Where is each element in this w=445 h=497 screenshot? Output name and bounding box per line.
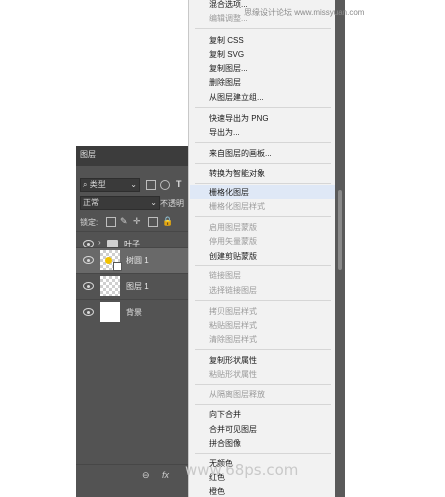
layers-tab-bar: 图层 (76, 146, 188, 166)
menu-separator (195, 384, 331, 385)
scrollbar-thumb[interactable] (338, 190, 342, 270)
menu-item-quick-export-png[interactable]: 快速导出为 PNG (209, 113, 269, 124)
layer-row-shape[interactable]: 树圆 1 (76, 247, 188, 273)
layer-name: 背景 (126, 308, 142, 317)
menu-item-export-as[interactable]: 导出为... (209, 127, 240, 138)
panel-divider (76, 464, 188, 465)
blend-row: 正常 ⌄ 不透明 (76, 196, 188, 212)
menu-item-orange[interactable]: 橙色 (209, 486, 225, 497)
chevron-down-icon: ⌄ (130, 180, 137, 189)
menu-item-link-layers[interactable]: 链接图层 (209, 270, 241, 281)
link-icon[interactable]: ⊖ (142, 470, 150, 481)
lock-paint-icon[interactable]: ✎ (120, 216, 128, 227)
menu-separator (195, 142, 331, 143)
menu-item-edit-adjustment[interactable]: 编辑调整... (209, 13, 248, 24)
layer-row-pixel[interactable]: 图层 1 (76, 273, 188, 299)
menu-item-rasterize-layer-style[interactable]: 栅格化图层样式 (209, 201, 265, 212)
adjustment-filter-icon[interactable] (160, 180, 170, 190)
menu-item-release-from-isolation[interactable]: 从隔离图层释放 (209, 389, 265, 400)
layers-panel: 图层 ⌕ 类型 ⌄ T 正常 ⌄ 不透明 锁定: ✎ ✛ 🔒 › 叶子 树圆 1… (76, 146, 188, 497)
opacity-label: 不透明 (160, 199, 184, 208)
menu-item-copy-layer-style[interactable]: 拷贝图层样式 (209, 306, 257, 317)
menu-item-blending-options[interactable]: 混合选项... (209, 0, 248, 10)
menu-separator (195, 183, 331, 184)
menu-separator (195, 265, 331, 266)
filter-kind-label: 类型 (89, 180, 106, 189)
menu-item-convert-smart-object[interactable]: 转换为智能对象 (209, 168, 265, 179)
menu-separator (195, 163, 331, 164)
menu-item-delete-layer[interactable]: 删除图层 (209, 77, 241, 88)
menu-item-select-linked-layers[interactable]: 选择链接图层 (209, 285, 257, 296)
eye-icon[interactable] (83, 308, 94, 316)
menu-item-group-from-layers[interactable]: 从图层建立组... (209, 92, 264, 103)
context-menu: 混合选项... 编辑调整... 复制 CSS 复制 SVG 复制图层... 删除… (188, 0, 336, 497)
menu-item-copy-svg[interactable]: 复制 SVG (209, 49, 244, 60)
eye-icon[interactable] (83, 282, 94, 290)
menu-item-enable-layer-mask[interactable]: 启用图层蒙版 (209, 222, 257, 233)
layer-name: 图层 1 (126, 282, 149, 291)
lock-all-icon[interactable]: 🔒 (162, 216, 173, 227)
menu-item-duplicate-layer[interactable]: 复制图层... (209, 63, 248, 74)
tab-layers[interactable]: 图层 (80, 149, 96, 160)
fx-icon[interactable]: fx (162, 470, 169, 480)
search-icon: ⌕ (83, 180, 90, 189)
menu-item-create-clipping-mask[interactable]: 创建剪贴蒙版 (209, 251, 257, 262)
menu-separator (195, 453, 331, 454)
layer-name: 树圆 1 (126, 256, 149, 265)
menu-item-disable-vector-mask[interactable]: 停用矢量蒙版 (209, 236, 257, 247)
lock-transparent-icon[interactable] (106, 217, 116, 227)
menu-separator (195, 28, 331, 29)
chevron-down-icon: ⌄ (150, 198, 157, 207)
eye-icon[interactable] (83, 256, 94, 264)
shape-mark-icon (105, 257, 112, 264)
lock-artboard-icon[interactable] (148, 217, 158, 227)
menu-item-rasterize-layer[interactable]: 栅格化图层 (209, 187, 249, 198)
blend-mode-label: 正常 (83, 198, 99, 207)
lock-label: 锁定: (80, 218, 99, 227)
menu-item-artboard-from-layers[interactable]: 来自图层的画板... (209, 148, 272, 159)
menu-separator (195, 404, 331, 405)
watermark-bottom: www.68ps.com (185, 461, 299, 479)
filter-row: ⌕ 类型 ⌄ T (76, 178, 188, 194)
menu-item-clear-layer-style[interactable]: 清除图层样式 (209, 334, 257, 345)
menu-item-copy-css[interactable]: 复制 CSS (209, 35, 244, 46)
lock-position-icon[interactable]: ✛ (133, 216, 141, 227)
layer-row-background[interactable]: 背景 (76, 299, 188, 325)
filter-kind-select[interactable]: ⌕ 类型 ⌄ (80, 178, 140, 192)
menu-separator (195, 349, 331, 350)
menu-separator (195, 216, 331, 217)
menu-item-paste-layer-style[interactable]: 粘贴图层样式 (209, 320, 257, 331)
watermark-top: 思缘设计论坛 www.missyuan.com (244, 8, 365, 17)
menu-item-merge-down[interactable]: 向下合并 (209, 409, 241, 420)
chevron-right-icon[interactable]: › (98, 238, 101, 247)
menu-item-copy-shape-attributes[interactable]: 复制形状属性 (209, 355, 257, 366)
layer-thumbnail (100, 302, 120, 322)
menu-item-paste-shape-attributes[interactable]: 粘贴形状属性 (209, 369, 257, 380)
blend-mode-select[interactable]: 正常 ⌄ (80, 196, 160, 210)
image-filter-icon[interactable] (146, 180, 156, 190)
menu-item-flatten-image[interactable]: 拼合图像 (209, 438, 241, 449)
menu-separator (195, 107, 331, 108)
layer-thumbnail (100, 250, 122, 271)
layer-thumbnail (100, 276, 120, 296)
menu-item-merge-visible[interactable]: 合并可见图层 (209, 424, 257, 435)
lock-row: 锁定: ✎ ✛ 🔒 (76, 214, 188, 230)
menu-separator (195, 300, 331, 301)
type-filter-icon[interactable]: T (176, 179, 182, 189)
shape-layer-icon (113, 262, 122, 271)
